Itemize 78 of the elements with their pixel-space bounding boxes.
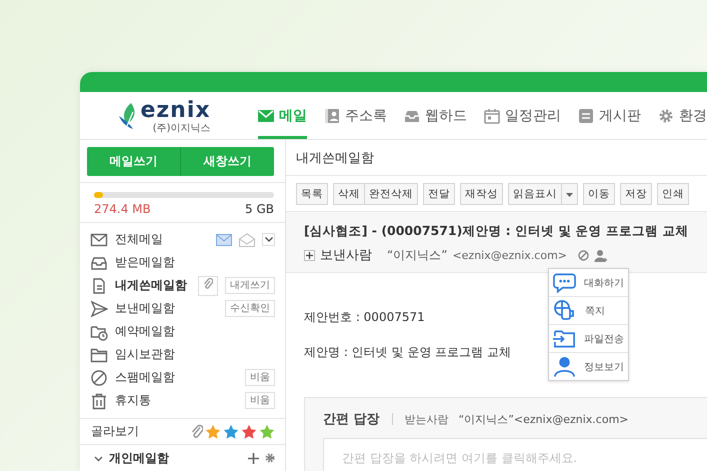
paperclip-icon[interactable] xyxy=(191,424,203,440)
address-book-icon xyxy=(324,108,340,124)
recipient-label: 받는사람 xyxy=(404,412,449,426)
chevron-down-icon xyxy=(264,237,272,242)
paper-plane-icon xyxy=(90,300,108,318)
folder-item[interactable]: 보낸메일함 xyxy=(115,300,218,317)
nav-tab[interactable]: 일정관리 xyxy=(484,92,561,139)
menu-item[interactable]: 대화하기 xyxy=(549,269,628,297)
nav-tab[interactable]: 게시판 xyxy=(578,92,641,139)
folder-action-button[interactable]: 수신확인 xyxy=(225,300,275,317)
storage-used: 274.4 MB xyxy=(94,202,151,216)
logo-subtitle: (주)이지닉스 xyxy=(152,124,211,134)
speech-bubble-icon xyxy=(553,270,576,294)
person-icon xyxy=(553,354,576,378)
toolbar-button[interactable]: 인쇄 xyxy=(657,182,689,204)
star-icon[interactable] xyxy=(223,424,239,440)
plus-icon[interactable] xyxy=(248,452,259,464)
folder-item[interactable]: 휴지통 xyxy=(115,392,238,409)
quick-reply-field[interactable]: 간편 답장을 하시려면 여기를 클릭해주세요. xyxy=(323,438,707,471)
expand-button[interactable] xyxy=(304,250,315,260)
add-contact-icon[interactable] xyxy=(594,248,608,262)
settings-icon[interactable] xyxy=(265,453,275,464)
block-icon xyxy=(90,368,108,386)
sender-name[interactable]: “이지닉스” xyxy=(387,246,448,264)
folder-action-button[interactable]: 비움 xyxy=(245,369,275,386)
recipient-address: “이지닉스”<eznix@eznix.com> xyxy=(458,412,629,426)
logo-text: eznix xyxy=(140,98,211,122)
chevron-down-icon[interactable] xyxy=(94,454,103,463)
filter-label: 골라보기 xyxy=(91,423,140,440)
storage-total: 5 GB xyxy=(245,202,274,216)
sender-email: <eznix@eznix.com> xyxy=(452,248,568,262)
menu-item[interactable]: 쪽지 xyxy=(549,297,628,325)
body-text: 제안명 : 인터넷 및 운영 프로그램 교체 xyxy=(304,344,511,361)
nav-tab[interactable]: 주소록 xyxy=(324,92,387,139)
menu-item[interactable]: 정보보기 xyxy=(549,353,628,380)
board-icon xyxy=(578,108,594,124)
nav-tab[interactable]: 환경 xyxy=(658,92,707,139)
block-icon[interactable] xyxy=(578,250,590,260)
plus-icon xyxy=(306,252,313,258)
toolbar-button[interactable]: 삭제 xyxy=(333,182,365,204)
leaf-logo-icon xyxy=(119,102,138,128)
open-envelope-icon[interactable] xyxy=(239,232,255,246)
envelope-icon[interactable] xyxy=(216,234,232,246)
dropdown-button[interactable] xyxy=(562,182,578,204)
star-icon[interactable] xyxy=(259,424,275,440)
toolbar-button[interactable]: 목록 xyxy=(296,182,328,204)
star-icon[interactable] xyxy=(241,424,257,440)
paperclip-icon xyxy=(203,278,213,290)
folder-action-button[interactable]: 비움 xyxy=(245,392,275,409)
toolbar-button[interactable]: 전달 xyxy=(423,182,455,204)
mailbox-title: 내게쓴메일함 xyxy=(296,150,374,166)
mail-subject: [심사협조] - (00007571)제안명 : 인터넷 및 운영 프로그램 교체 xyxy=(304,223,688,238)
nav-tab[interactable]: 웹하드 xyxy=(404,92,467,139)
folder-item[interactable]: 받은메일함 xyxy=(115,254,275,271)
settings-icon xyxy=(658,108,674,124)
toolbar-button[interactable]: 읽음표시 xyxy=(508,182,562,204)
envelope-icon xyxy=(258,108,274,124)
toolbar-button[interactable]: 완전삭제 xyxy=(365,182,418,204)
folder-item[interactable]: 임시보관함 xyxy=(115,346,275,363)
sender-label: 보낸사람 xyxy=(320,247,372,264)
calendar-icon xyxy=(484,108,500,124)
folder-item[interactable]: 예약메일함 xyxy=(115,323,275,340)
menu-item[interactable]: 파일전송 xyxy=(549,325,628,353)
folder-item[interactable]: 전체메일 xyxy=(115,231,209,248)
body-text: 제안번호 : 00007571 xyxy=(304,309,425,326)
personal-folder-label[interactable]: 개인메일함 xyxy=(109,450,242,467)
attachment-button[interactable] xyxy=(198,276,218,296)
folder-item[interactable]: 스팸메일함 xyxy=(115,369,238,386)
toolbar-button[interactable]: 저장 xyxy=(620,182,652,204)
dropdown-button[interactable] xyxy=(262,233,275,246)
trash-icon xyxy=(90,392,108,410)
toolbar-button[interactable]: 재작성 xyxy=(460,182,503,204)
toolbar-button[interactable]: 이동 xyxy=(583,182,615,204)
caret-down-icon xyxy=(566,192,573,196)
star-icon[interactable] xyxy=(205,424,221,440)
folder-action-button[interactable]: 내게쓰기 xyxy=(225,277,275,294)
quick-reply-title: 간편 답장 xyxy=(323,411,380,428)
folder-item[interactable]: 내게쓴메일함 xyxy=(115,277,191,294)
